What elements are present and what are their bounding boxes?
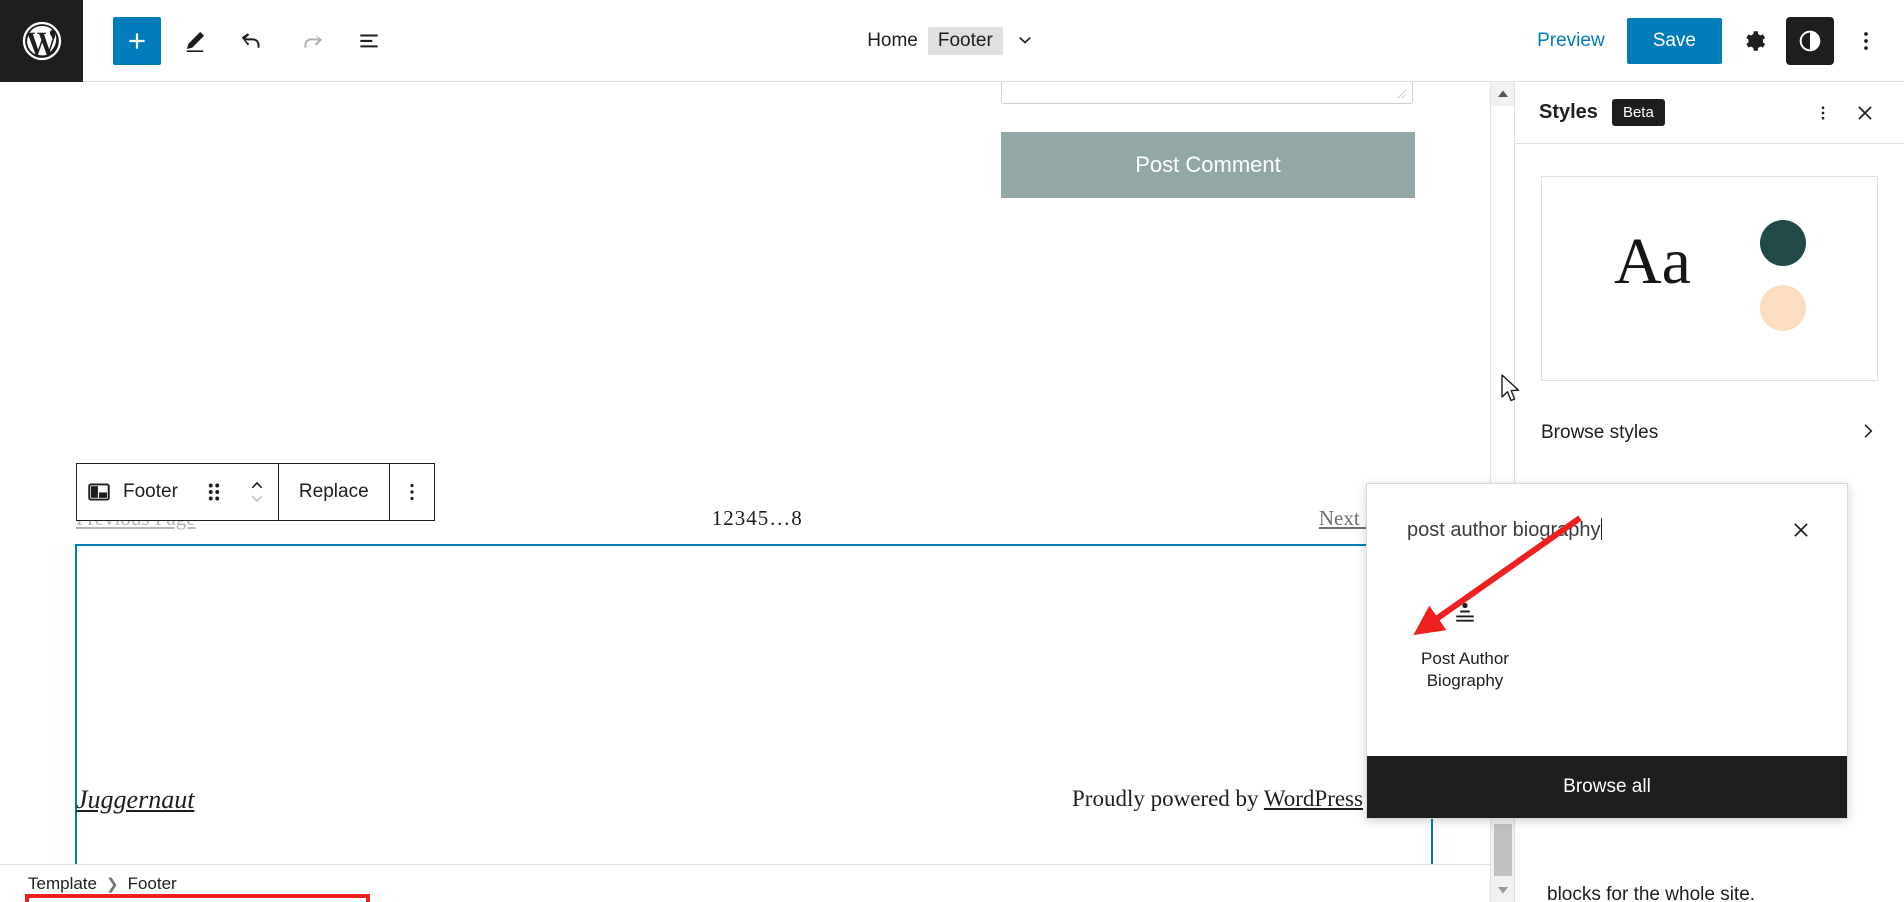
styles-more-options-button[interactable] [1802, 92, 1844, 134]
comment-textarea[interactable] [1001, 82, 1413, 104]
wordpress-logo-icon[interactable] [0, 0, 83, 82]
more-options-button[interactable] [1842, 17, 1890, 65]
breadcrumb-document-name[interactable]: Footer [927, 27, 1003, 55]
style-preview-typography-sample: Aa [1614, 225, 1691, 298]
close-icon [1794, 523, 1808, 537]
scroll-down-arrow-icon[interactable] [1491, 878, 1515, 902]
editor-breadcrumb-bar: Template ❯ Footer [0, 864, 1490, 902]
redo-button[interactable] [287, 17, 335, 65]
block-toolbar: Footer Replace [76, 463, 435, 521]
browse-styles-label: Browse styles [1541, 422, 1659, 443]
save-button[interactable]: Save [1626, 18, 1722, 64]
redo-icon [304, 34, 323, 48]
close-icon [1858, 105, 1872, 120]
editor-header: Home Footer Preview Save [0, 0, 1904, 82]
footer-template-part-block[interactable] [75, 544, 1433, 902]
inserter-search-input[interactable]: post author biography [1407, 518, 1779, 542]
style-swatch-secondary [1760, 285, 1806, 331]
beta-badge: Beta [1611, 99, 1665, 126]
scroll-up-arrow-icon[interactable] [1491, 82, 1515, 106]
styles-button[interactable] [1786, 17, 1834, 65]
header-actions: Preview Save [1523, 0, 1890, 82]
contrast-half-circle-icon [1799, 30, 1821, 52]
chevron-down-icon[interactable] [1013, 29, 1037, 53]
chevron-down-icon[interactable] [246, 492, 268, 506]
vertical-ellipsis-icon [410, 483, 414, 501]
pencil-icon [186, 31, 205, 52]
chevron-up-icon[interactable] [246, 478, 268, 492]
undo-icon [241, 32, 260, 48]
template-part-icon [88, 483, 110, 501]
block-inserter-popover: post author biography Post Author Biogra… [1366, 483, 1848, 819]
block-mover-controls [236, 478, 278, 506]
edit-mode-button[interactable] [171, 17, 219, 65]
gear-icon [1746, 31, 1766, 51]
styles-panel-note: blocks for the whole site. [1547, 884, 1756, 902]
breadcrumb-home[interactable]: Home [867, 30, 918, 52]
style-preview-card[interactable]: Aa [1541, 176, 1878, 381]
styles-panel-title: Styles [1539, 101, 1598, 123]
preview-link[interactable]: Preview [1523, 22, 1619, 60]
drag-handle-icon [208, 483, 220, 501]
scrollbar-thumb[interactable] [1494, 824, 1512, 876]
inserter-results-grid: Post Author Biography [1367, 576, 1847, 756]
inserter-close-button[interactable] [1779, 508, 1823, 552]
powered-by-credit: Proudly powered by WordPress [1072, 786, 1363, 812]
editor-canvas[interactable]: Post Comment Previous Page 12345…8 Next … [0, 82, 1490, 902]
browse-all-button[interactable]: Browse all [1367, 756, 1847, 818]
vertical-ellipsis-icon [1821, 106, 1825, 119]
block-toolbar-label: Footer [123, 481, 178, 502]
replace-button[interactable]: Replace [279, 464, 389, 520]
settings-button[interactable] [1730, 17, 1778, 65]
block-options-button[interactable] [390, 464, 434, 520]
pagination-numbers[interactable]: 12345…8 [712, 506, 803, 531]
wordpress-site-editor: Home Footer Preview Save Post Comment 12… [0, 0, 1904, 902]
header-tool-group [113, 16, 393, 65]
resize-grip-icon [1397, 89, 1407, 99]
list-view-icon [360, 34, 378, 47]
block-type-button[interactable] [77, 464, 121, 520]
chevron-right-icon [1856, 420, 1878, 447]
inserter-result-post-author-biography[interactable]: Post Author Biography [1403, 592, 1527, 692]
search-caret [1601, 518, 1603, 540]
breadcrumb-item-template[interactable]: Template [28, 874, 97, 894]
post-comment-button[interactable]: Post Comment [1001, 132, 1415, 198]
wordpress-link[interactable]: WordPress [1264, 786, 1363, 811]
list-view-button[interactable] [345, 17, 393, 65]
styles-close-button[interactable] [1844, 92, 1886, 134]
site-title-link[interactable]: Juggernaut [76, 785, 194, 815]
breadcrumb-item-footer[interactable]: Footer [128, 874, 177, 894]
styles-panel-header: Styles Beta [1515, 82, 1904, 144]
post-author-biography-icon [1450, 592, 1480, 636]
vertical-ellipsis-icon [1864, 32, 1868, 50]
undo-button[interactable] [229, 17, 277, 65]
plus-icon [129, 32, 145, 49]
block-drag-handle[interactable] [192, 464, 236, 520]
inserter-result-label: Post Author Biography [1421, 649, 1509, 691]
search-input-value: post author biography [1407, 519, 1601, 541]
credit-prefix: Proudly powered by [1072, 786, 1264, 811]
breadcrumb-separator-icon: ❯ [105, 875, 119, 893]
browse-styles-row[interactable]: Browse styles [1541, 411, 1878, 455]
inserter-search-row: post author biography [1367, 484, 1847, 576]
add-block-button[interactable] [113, 16, 161, 65]
style-swatch-primary [1760, 220, 1806, 266]
